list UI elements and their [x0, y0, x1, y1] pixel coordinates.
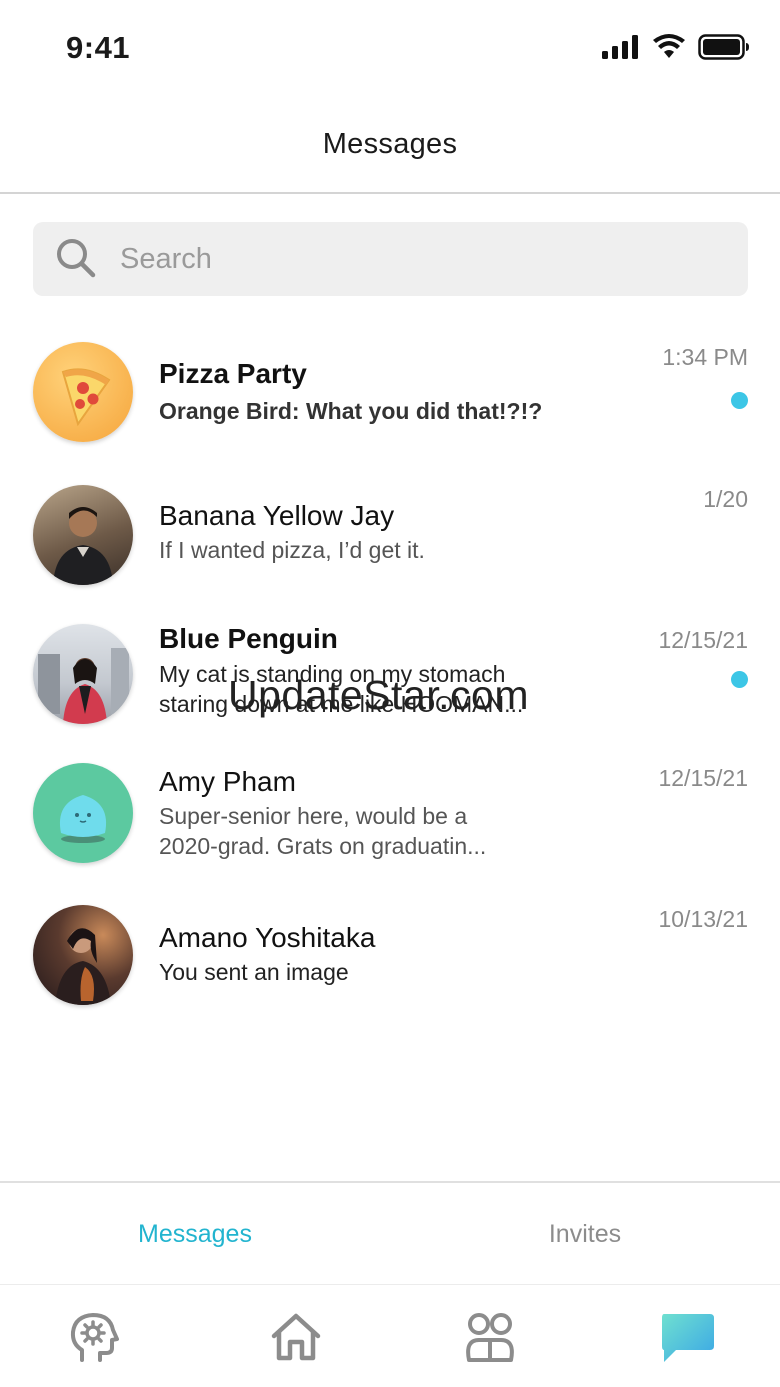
wifi-icon [653, 34, 685, 58]
tab-home[interactable] [263, 1304, 329, 1370]
tab-messages-bottom[interactable] [654, 1304, 720, 1370]
unread-dot [731, 671, 748, 688]
head-gear-icon [70, 1313, 119, 1362]
status-icons [602, 34, 750, 60]
conversation-preview: Orange Bird: What you did that!?!? [159, 398, 543, 424]
conversation-name: Amy Pham [159, 766, 296, 797]
battery-icon [698, 34, 749, 60]
page-title: Messages [322, 127, 458, 160]
conversation-name: Amano Yoshitaka [159, 922, 376, 953]
unread-dot [731, 392, 748, 409]
status-bar: 9:41 [0, 0, 780, 96]
navigation-bar: Messages [0, 96, 780, 194]
tab-profile[interactable] [60, 1304, 126, 1370]
conversation-row-banana-yellow-jay[interactable]: Banana Yellow Jay If I wanted pizza, I’d… [0, 478, 780, 608]
pizza-icon [61, 368, 111, 427]
conversation-row-amy-pham[interactable]: Amy Pham Super-senior here, would be a 2… [0, 758, 780, 888]
photo-avatar [33, 905, 133, 1005]
conversation-row-blue-penguin[interactable]: Blue Penguin My cat is standing on my st… [0, 619, 780, 749]
conversation-preview: My cat is standing on my stomach staring… [159, 661, 524, 717]
search-icon [57, 239, 96, 278]
conversation-time: 10/13/21 [658, 906, 748, 932]
conversation-name: Banana Yellow Jay [159, 500, 395, 531]
conversation-name: Blue Penguin [159, 623, 338, 654]
conversation-time: 12/15/21 [658, 627, 748, 653]
tab-community[interactable] [457, 1304, 523, 1370]
person-photo [38, 648, 129, 724]
conversation-preview: Super-senior here, would be a 2020-grad.… [159, 803, 487, 859]
conversation-row-pizza-party[interactable]: Pizza Party Orange Bird: What you did th… [0, 335, 780, 465]
home-icon [271, 1313, 321, 1361]
bottom-tab-bar [0, 1286, 780, 1387]
photo-avatar [33, 624, 133, 724]
tab-invites[interactable]: Invites [390, 1183, 780, 1285]
conversation-time: 1/20 [703, 486, 748, 512]
conversation-preview: If I wanted pizza, I’d get it. [159, 537, 425, 563]
pizza-avatar [33, 342, 133, 442]
community-icon [466, 1313, 514, 1362]
person-photo [53, 507, 113, 585]
conversation-name: Pizza Party [159, 358, 307, 389]
conversation-preview: You sent an image [159, 959, 349, 985]
conversation-time: 1:34 PM [662, 344, 748, 370]
blob-character-icon [59, 795, 107, 843]
photo-avatar [33, 485, 133, 585]
tab-messages[interactable]: Messages [0, 1183, 390, 1285]
status-time: 9:41 [66, 30, 131, 65]
search-input[interactable] [120, 222, 720, 296]
conversation-time: 12/15/21 [658, 765, 748, 791]
cellular-signal-icon [602, 35, 638, 59]
blob-avatar [33, 763, 133, 863]
segment-control: Messages Invites [0, 1181, 780, 1285]
chat-bubble-icon [662, 1314, 714, 1362]
person-photo [55, 928, 111, 1005]
conversation-row-amano-yoshitaka[interactable]: Amano Yoshitaka You sent an image 10/13/… [0, 898, 780, 1028]
